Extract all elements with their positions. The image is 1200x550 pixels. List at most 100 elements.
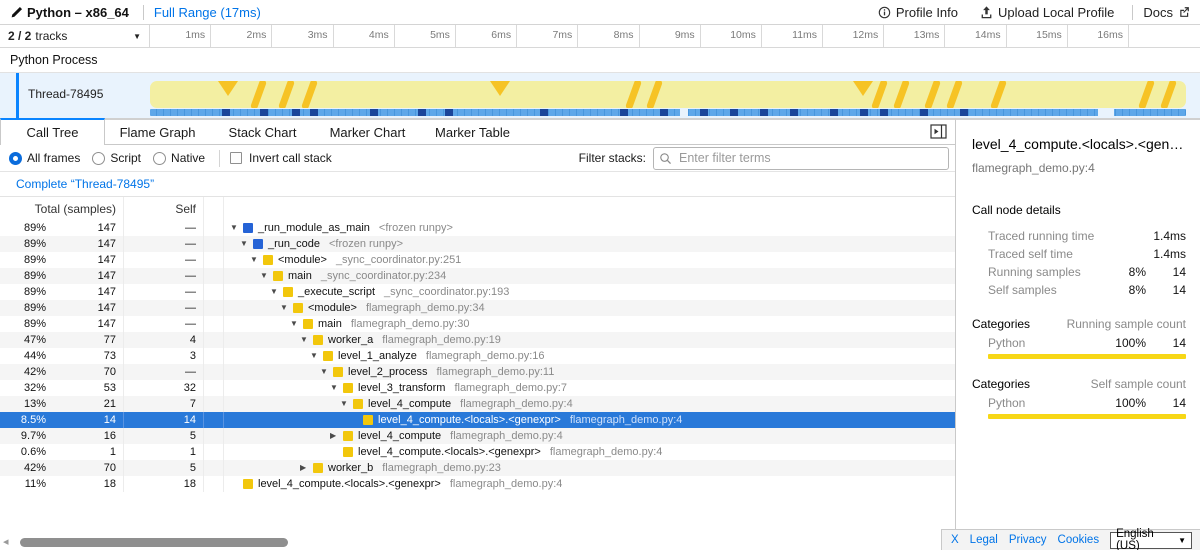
table-row[interactable]: 47%774▼worker_aflamegraph_demo.py:19 — [0, 332, 955, 348]
footer-link-privacy[interactable]: Privacy — [1009, 534, 1047, 546]
sidebar-metric-row: Traced running time1.4ms — [972, 227, 1186, 245]
header-divider — [1132, 5, 1133, 20]
row-total-percent: 13% — [0, 396, 46, 412]
radio-all-frames[interactable]: All frames — [9, 151, 80, 165]
row-total-samples: 147 — [46, 300, 123, 316]
row-total-samples: 147 — [46, 220, 123, 236]
sidebar-category-section: CategoriesRunning sample countPython100%… — [972, 315, 1186, 359]
expand-open-icon[interactable]: ▼ — [230, 220, 243, 236]
table-row[interactable]: 11%1818level_4_compute.<locals>.<genexpr… — [0, 476, 955, 492]
tab-call-tree[interactable]: Call Tree — [0, 118, 105, 145]
row-total-samples: 16 — [46, 428, 123, 444]
table-row[interactable]: 8.5%1414level_4_compute.<locals>.<genexp… — [0, 412, 955, 428]
frame-location: flamegraph_demo.py:19 — [382, 332, 501, 348]
sample-dark-segment — [222, 109, 230, 116]
radio-native[interactable]: Native — [153, 151, 205, 165]
radio-script[interactable]: Script — [92, 151, 141, 165]
footer-link-legal[interactable]: Legal — [970, 534, 998, 546]
table-row[interactable]: 89%147—▼_run_module_as_main<frozen runpy… — [0, 220, 955, 236]
marker-triangle — [853, 81, 873, 96]
thread-activity-canvas[interactable] — [150, 73, 1186, 118]
col-self-header[interactable]: Self — [124, 197, 204, 220]
radio-circle[interactable] — [92, 152, 105, 165]
timeline-ruler: 2 / 2 tracks ▼ 1ms2ms3ms4ms5ms6ms7ms8ms9… — [0, 25, 1200, 48]
frame-location: flamegraph_demo.py:23 — [382, 460, 501, 476]
invert-call-stack-checkbox[interactable]: Invert call stack — [230, 151, 332, 165]
frame-category-icon — [323, 351, 333, 361]
upload-profile-button[interactable]: Upload Local Profile — [980, 5, 1114, 20]
table-row[interactable]: 89%147—▼mainflamegraph_demo.py:30 — [0, 316, 955, 332]
sidebar-toggle-icon[interactable] — [930, 124, 947, 144]
table-row[interactable]: 9.7%165▶level_4_computeflamegraph_demo.p… — [0, 428, 955, 444]
expand-closed-icon[interactable]: ▶ — [300, 460, 313, 476]
table-row[interactable]: 42%70—▼level_2_processflamegraph_demo.py… — [0, 364, 955, 380]
radio-circle[interactable] — [9, 152, 22, 165]
footer-link-cookies[interactable]: Cookies — [1058, 534, 1100, 546]
tab-marker-table[interactable]: Marker Table — [420, 120, 525, 145]
category-count-label: Running sample count — [1067, 317, 1186, 331]
profile-info-button[interactable]: Profile Info — [878, 5, 958, 20]
table-row[interactable]: 89%147—▼_run_code<frozen runpy> — [0, 236, 955, 252]
checkbox-box[interactable] — [230, 152, 242, 164]
radio-circle[interactable] — [153, 152, 166, 165]
frame-name: level_4_compute — [368, 396, 451, 412]
filter-row: All frames Script Native Invert call stack… — [0, 145, 955, 172]
sample-strip — [150, 109, 1186, 116]
tab-flame-graph[interactable]: Flame Graph — [105, 120, 210, 145]
expand-open-icon[interactable]: ▼ — [340, 396, 353, 412]
expand-open-icon[interactable]: ▼ — [300, 332, 313, 348]
footer-link-x[interactable]: X — [951, 534, 959, 546]
expand-open-icon[interactable]: ▼ — [240, 236, 253, 252]
expand-open-icon[interactable]: ▼ — [250, 252, 263, 268]
docs-button[interactable]: Docs — [1143, 5, 1190, 20]
breadcrumb[interactable]: Complete “Thread-78495” — [16, 177, 154, 191]
row-total-percent: 9.7% — [0, 428, 46, 444]
col-total-header[interactable]: Total (samples) — [0, 202, 123, 216]
call-tree-rows: 89%147—▼_run_module_as_main<frozen runpy… — [0, 220, 955, 492]
pencil-icon[interactable] — [10, 6, 23, 19]
table-row[interactable]: 32%5332▼level_3_transformflamegraph_demo… — [0, 380, 955, 396]
tab-stack-chart[interactable]: Stack Chart — [210, 120, 315, 145]
tab-marker-chart[interactable]: Marker Chart — [315, 120, 420, 145]
expand-open-icon[interactable]: ▼ — [260, 268, 273, 284]
tracks-dropdown[interactable]: 2 / 2 tracks ▼ — [0, 25, 150, 47]
expand-open-icon[interactable]: ▼ — [320, 364, 333, 380]
table-row[interactable]: 0.6%11level_4_compute.<locals>.<genexpr>… — [0, 444, 955, 460]
chevron-down-icon: ▼ — [1178, 536, 1186, 545]
table-row[interactable]: 42%705▶worker_bflamegraph_demo.py:23 — [0, 460, 955, 476]
filter-stacks-search — [653, 147, 949, 170]
frame-category-icon — [363, 415, 373, 425]
frame-name: main — [288, 268, 312, 284]
category-value: 14 — [1146, 336, 1186, 350]
frame-category-icon — [263, 255, 273, 265]
sample-dark-segment — [660, 109, 668, 116]
row-total-percent: 47% — [0, 332, 46, 348]
expand-closed-icon[interactable]: ▶ — [330, 428, 343, 444]
table-row[interactable]: 89%147—▼_execute_script_sync_coordinator… — [0, 284, 955, 300]
metric-label: Self samples — [972, 283, 1100, 297]
table-row[interactable]: 13%217▼level_4_computeflamegraph_demo.py… — [0, 396, 955, 412]
scroll-left-arrow[interactable]: ◂ — [3, 535, 9, 548]
expand-open-icon[interactable]: ▼ — [310, 348, 323, 364]
table-row[interactable]: 89%147—▼<module>_sync_coordinator.py:251 — [0, 252, 955, 268]
sample-dark-segment — [830, 109, 838, 116]
ruler-tick: 3ms — [272, 25, 333, 47]
expand-open-icon[interactable]: ▼ — [270, 284, 283, 300]
track-python-process[interactable]: Python Process — [0, 48, 1200, 73]
table-row[interactable]: 44%733▼level_1_analyzeflamegraph_demo.py… — [0, 348, 955, 364]
table-row[interactable]: 89%147—▼<module>flamegraph_demo.py:34 — [0, 300, 955, 316]
expand-open-icon[interactable]: ▼ — [330, 380, 343, 396]
sample-dark-segment — [418, 109, 426, 116]
frame-category-icon — [333, 367, 343, 377]
expand-open-icon[interactable]: ▼ — [290, 316, 303, 332]
track-thread[interactable]: Thread-78495 — [0, 73, 1200, 118]
marker-slash — [893, 81, 910, 108]
table-row[interactable]: 89%147—▼main_sync_coordinator.py:234 — [0, 268, 955, 284]
frame-location: flamegraph_demo.py:4 — [550, 444, 663, 460]
activity-band — [150, 81, 1186, 108]
language-select[interactable]: English (US) ▼ — [1110, 532, 1192, 549]
search-input[interactable] — [653, 147, 949, 170]
full-range-link[interactable]: Full Range (17ms) — [154, 5, 261, 20]
expand-open-icon[interactable]: ▼ — [280, 300, 293, 316]
horizontal-scrollbar[interactable] — [20, 538, 288, 547]
